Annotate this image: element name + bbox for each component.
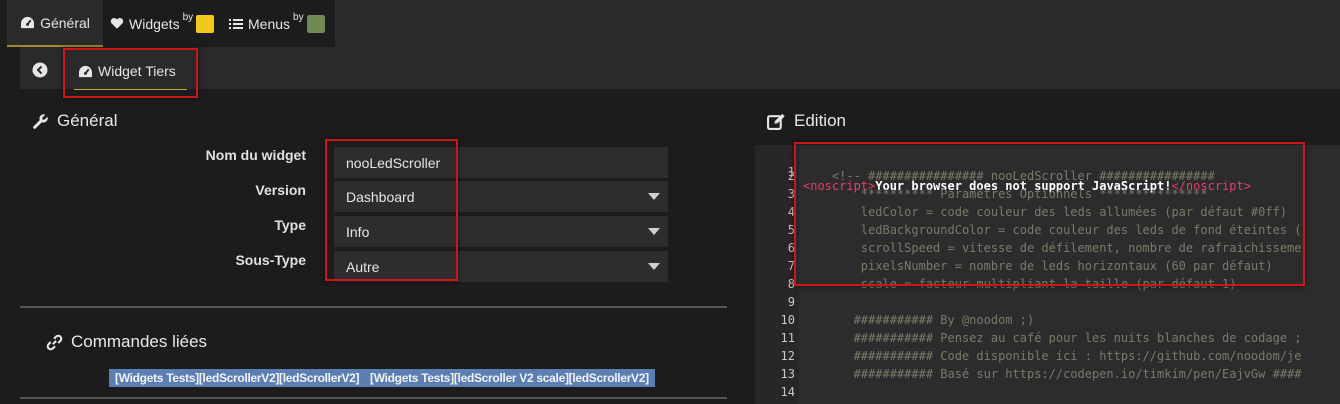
code-text: scale = facteur multipliant la taille (p… — [803, 277, 1237, 291]
chevron-down-icon — [648, 263, 660, 270]
chevron-down-icon — [648, 193, 660, 200]
code-text: ********** Paramètres Optionnels *******… — [803, 187, 1208, 201]
line-number: 11 — [780, 331, 795, 345]
version-select[interactable]: Dashboard — [334, 181, 668, 212]
heart-icon — [110, 17, 124, 30]
line-number: 13 — [780, 367, 795, 381]
type-select[interactable]: Info — [334, 216, 668, 247]
subtype-select[interactable]: Autre — [334, 251, 668, 282]
tab-widget-tiers[interactable]: Widget Tiers — [67, 52, 193, 90]
active-tab-underline — [74, 89, 187, 90]
line-number: 9 — [787, 295, 795, 309]
code-text: ledColor = code couleur des leds allumée… — [803, 205, 1288, 219]
tab-widgets[interactable]: Widgets by — [110, 0, 215, 47]
author-avatar — [196, 14, 215, 33]
line-number: 12 — [780, 349, 795, 363]
line-number: 7 — [787, 259, 795, 273]
code-text: ########### Code disponible ici : https:… — [803, 349, 1302, 363]
code-text: ledBackgroundColor = code couleur des le… — [803, 223, 1302, 237]
field-label-name: Nom du widget — [205, 147, 306, 163]
field-label-subtype: Sous-Type — [235, 252, 306, 268]
commands-section-title: Commandes liées — [46, 332, 207, 352]
edition-title-text: Edition — [794, 111, 846, 130]
general-section-title: Général — [32, 111, 117, 131]
field-label-version: Version — [255, 182, 306, 198]
line-number: 4 — [787, 205, 795, 219]
dashboard-icon — [20, 16, 35, 29]
edit-icon — [767, 113, 786, 130]
dashboard-icon — [78, 65, 93, 78]
linked-command-chip[interactable]: [Widgets Tests][ledScrollerV2][ledScroll… — [109, 369, 366, 387]
top-nav: Général Widgets by Menus by — [0, 0, 1340, 47]
wrench-icon — [32, 113, 49, 130]
line-number: 14 — [780, 385, 795, 399]
sub-toolbar — [20, 47, 1340, 89]
nav-strip — [335, 0, 1340, 47]
section-divider — [20, 306, 727, 308]
code-text: <!-- ################ nooLedScroller ###… — [803, 169, 1215, 183]
code-text: scrollSpeed = vitesse de défilement, nom… — [803, 241, 1302, 255]
line-number: 5 — [787, 223, 795, 237]
edition-section-title: Edition — [767, 111, 846, 131]
tab-menus-label: Menus — [248, 15, 291, 32]
tab-widget-tiers-label: Widget Tiers — [98, 63, 176, 79]
type-value: Info — [346, 223, 370, 240]
back-button[interactable] — [28, 58, 52, 82]
code-text: ########### Basé sur https://codepen.io/… — [803, 367, 1302, 381]
chevron-down-icon — [648, 228, 660, 235]
widget-name-input[interactable]: nooLedScroller — [334, 147, 668, 178]
linked-command-chip[interactable]: [Widgets Tests][ledScroller V2 scale][le… — [364, 369, 655, 387]
author-avatar — [306, 14, 325, 33]
line-number: 10 — [780, 313, 795, 327]
field-label-type: Type — [274, 217, 306, 233]
tab-general[interactable]: Général — [7, 0, 103, 47]
line-number: 8 — [787, 277, 795, 291]
code-text: ########### Pensez au café pour les nuit… — [803, 331, 1302, 345]
general-title-text: Général — [57, 111, 118, 130]
code-text: pixelsNumber = nombre de leds horizontau… — [803, 259, 1273, 273]
tab-widgets-by: by — [182, 12, 194, 23]
tab-widgets-label: Widgets — [129, 15, 180, 32]
list-icon — [229, 18, 243, 30]
commands-title-text: Commandes liées — [71, 332, 208, 351]
tab-general-label: Général — [40, 14, 90, 31]
line-number: 2 — [787, 169, 795, 183]
line-number: 6 — [787, 241, 795, 255]
link-icon — [46, 334, 63, 351]
line-number: 3 — [787, 187, 795, 201]
version-value: Dashboard — [346, 188, 415, 205]
code-line: 1 <noscript>Your browser does not suppor… — [755, 151, 1251, 193]
code-text: ########### By @noodom ;) — [803, 313, 1035, 327]
section-divider — [20, 397, 727, 399]
tab-menus-by: by — [293, 12, 304, 23]
widget-name-value: nooLedScroller — [346, 154, 441, 171]
tab-menus[interactable]: Menus by — [229, 0, 325, 47]
subtype-value: Autre — [346, 258, 380, 275]
back-circle-icon — [32, 62, 48, 78]
